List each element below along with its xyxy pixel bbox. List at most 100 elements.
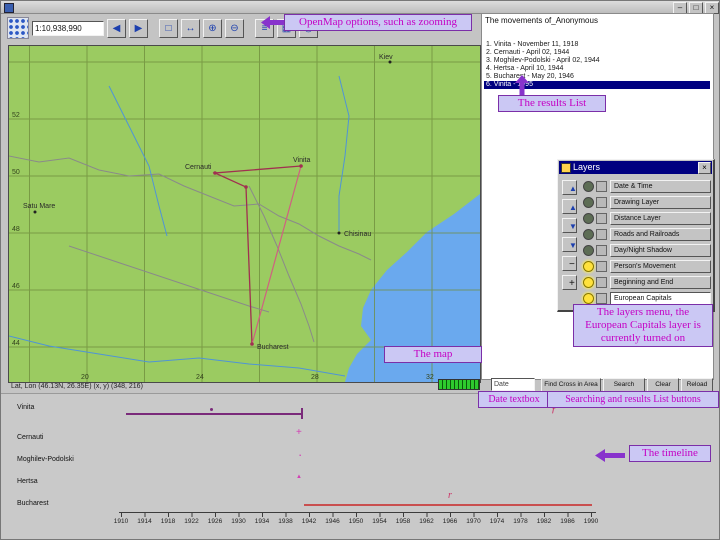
layer-palette-icon[interactable] xyxy=(596,292,607,304)
layer-row: Drawing Layer xyxy=(583,194,711,210)
layer-visibility-bulb-icon[interactable] xyxy=(583,260,594,272)
axis-year: 1950 xyxy=(348,518,364,525)
date-input[interactable] xyxy=(491,378,535,391)
layer-visibility-bulb-icon[interactable] xyxy=(583,228,594,240)
layer-palette-icon[interactable] xyxy=(596,196,607,208)
city-label-chisinau: Chisinau xyxy=(344,231,371,238)
layer-palette-icon[interactable] xyxy=(596,228,607,240)
layer-name-button[interactable]: Roads and Railroads xyxy=(610,227,711,241)
forward-button[interactable]: ▶ xyxy=(129,18,148,38)
annotation-results-list: The results List xyxy=(498,95,606,112)
layer-visibility-bulb-icon[interactable] xyxy=(583,180,594,192)
axis-year: 1970 xyxy=(466,518,481,525)
layer-move-top-button[interactable]: ▲ xyxy=(562,180,577,195)
find-cross-in-area-button[interactable]: Find Cross in Area xyxy=(541,378,601,392)
layer-visibility-bulb-icon[interactable] xyxy=(583,212,594,224)
results-title: The movements of_Anonymous xyxy=(485,16,598,25)
layer-palette-icon[interactable] xyxy=(596,244,607,256)
axis-year: 1946 xyxy=(325,518,340,525)
zoom-in-button[interactable]: ⊕ xyxy=(203,18,222,38)
layer-name-button[interactable]: Drawing Layer xyxy=(610,195,711,209)
layer-row: Date & Time xyxy=(583,178,711,194)
axis-year: 1982 xyxy=(536,518,552,525)
result-item[interactable]: 1. Vinita - November 11, 1918 xyxy=(484,41,710,49)
layer-palette-icon[interactable] xyxy=(596,180,607,192)
timeline-row-label: Hertsa xyxy=(17,478,38,485)
layers-window: Layers × ▲ ▲ ▼ ▼ − + Date & Time Drawing… xyxy=(557,159,715,312)
layer-row: Roads and Railroads xyxy=(583,226,711,242)
axis-year: 1918 xyxy=(160,518,176,525)
annotation-search-buttons: Searching and results List buttons xyxy=(547,391,719,408)
axis-year: 1958 xyxy=(395,518,411,525)
result-item[interactable]: 3. Moghilev-Podolski - April 02, 1944 xyxy=(484,57,710,65)
layer-name-button[interactable]: Distance Layer xyxy=(610,211,711,225)
layer-move-up-button[interactable]: ▲ xyxy=(562,199,577,214)
timeline-row-label: Vinita xyxy=(17,404,35,411)
layer-palette-icon[interactable] xyxy=(596,212,607,224)
app-icon xyxy=(4,3,14,13)
layers-window-icon xyxy=(561,163,571,173)
annotation-timeline: The timeline xyxy=(629,445,711,462)
city-label-bucharest: Bucharest xyxy=(257,344,289,351)
lat-label: 44 xyxy=(12,340,20,347)
layers-window-titlebar[interactable]: Layers xyxy=(559,161,712,174)
search-button[interactable]: Search xyxy=(603,378,645,392)
layer-name-button[interactable]: Date & Time xyxy=(610,179,711,193)
layer-palette-icon[interactable] xyxy=(596,260,607,272)
zoom-out-button[interactable]: ⊖ xyxy=(225,18,244,38)
city-label-satu-mare: Satu Mare xyxy=(23,203,55,210)
annotation-date-textbox: Date textbox xyxy=(478,391,550,408)
layer-name-button[interactable]: Day/Night Shadow xyxy=(610,243,711,257)
timeline-row-label: Moghilev-Podolski xyxy=(17,456,74,463)
timeline-dot xyxy=(210,408,213,411)
timeline-canvas[interactable]: Vinita Cernauti Moghilev-Podolski Hertsa… xyxy=(1,393,719,539)
layer-move-down-button[interactable]: ▼ xyxy=(562,218,577,233)
annotation-openmap-options: OpenMap options, such as zooming xyxy=(284,14,472,31)
pan-tool-button[interactable]: ↔ xyxy=(181,18,200,38)
lat-label: 46 xyxy=(12,283,20,290)
lon-label: 28 xyxy=(311,374,319,381)
timeline-bar-vinita xyxy=(126,413,303,415)
application-window: – □ × ◀ ▶ □ ↔ ⊕ ⊖ ≡ ▦ ◎ xyxy=(0,0,720,540)
axis-year: 1926 xyxy=(207,518,223,525)
back-button[interactable]: ◀ xyxy=(107,18,126,38)
layer-row: Day/Night Shadow xyxy=(583,242,711,258)
select-tool-button[interactable]: □ xyxy=(159,18,178,38)
layer-name-button-selected[interactable]: European Capitals xyxy=(610,291,711,305)
timeline-row-label: Bucharest xyxy=(17,500,49,507)
map-canvas[interactable]: Kiev Satu Mare Vinita Cernauti Chisinau … xyxy=(8,45,481,383)
layer-move-bottom-button[interactable]: ▼ xyxy=(562,237,577,252)
layer-visibility-bulb-icon[interactable] xyxy=(583,244,594,256)
timeline-marker-cernauti: + xyxy=(296,427,302,438)
result-item[interactable]: 4. Hertsa - April 10, 1944 xyxy=(484,65,710,73)
axis-year: 1954 xyxy=(372,518,387,525)
lat-label: 50 xyxy=(12,169,20,176)
lon-label: 24 xyxy=(196,374,204,381)
timeline-bar-bucharest xyxy=(304,504,592,506)
axis-year: 1978 xyxy=(513,518,528,525)
annotation-layers-menu: The layers menu, the European Capitals l… xyxy=(573,304,713,347)
layers-close-button[interactable]: × xyxy=(698,162,711,174)
lat-label: 52 xyxy=(12,112,20,119)
layer-add-button[interactable]: + xyxy=(562,275,577,290)
layer-name-button[interactable]: Person's Movement xyxy=(610,259,711,273)
timeline-marker-moghilev: · xyxy=(298,447,303,462)
timeline-end-tick xyxy=(301,408,303,419)
axis-year: 1910 xyxy=(113,518,129,525)
clear-button[interactable]: Clear xyxy=(647,378,679,392)
lat-label: 48 xyxy=(12,226,20,233)
layer-visibility-bulb-icon[interactable] xyxy=(583,292,594,304)
scale-input[interactable] xyxy=(32,20,104,36)
layer-visibility-bulb-icon[interactable] xyxy=(583,196,594,208)
layer-palette-icon[interactable] xyxy=(596,276,607,288)
layer-remove-button[interactable]: − xyxy=(562,256,577,271)
reload-button[interactable]: Reload xyxy=(681,378,713,392)
up-arrow-icon xyxy=(515,75,529,95)
layer-row: Distance Layer xyxy=(583,210,711,226)
axis-year: 1914 xyxy=(137,518,152,525)
result-item[interactable]: 2. Cernauti - April 02, 1944 xyxy=(484,49,710,57)
layer-name-button[interactable]: Beginning and End xyxy=(610,275,711,289)
layer-visibility-bulb-icon[interactable] xyxy=(583,276,594,288)
left-arrow-icon xyxy=(595,449,625,462)
layer-row: Beginning and End xyxy=(583,274,711,290)
